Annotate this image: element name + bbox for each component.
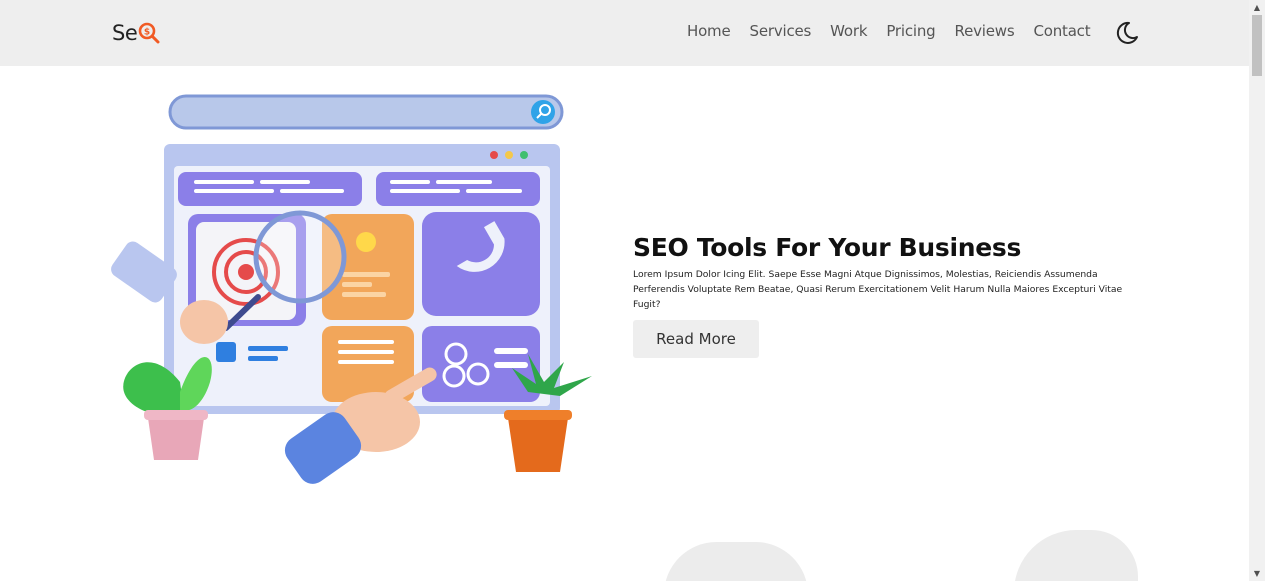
- triangle-up-icon[interactable]: ▲: [1249, 0, 1265, 15]
- seo-dashboard-illustration: [108, 92, 620, 492]
- site-header: Se $ Home Services Work Pricing Reviews …: [0, 0, 1249, 66]
- svg-text:$: $: [144, 28, 150, 38]
- hero-section: SEO Tools For Your Business Lorem Ipsum …: [633, 232, 1133, 358]
- nav-home[interactable]: Home: [687, 22, 731, 40]
- hero-title: SEO Tools For Your Business: [633, 233, 1022, 262]
- nav-services[interactable]: Services: [750, 22, 812, 40]
- triangle-down-icon[interactable]: ▼: [1249, 566, 1265, 581]
- decorative-cloud-left: [664, 542, 808, 581]
- moon-icon[interactable]: [1114, 20, 1140, 46]
- nav-reviews[interactable]: Reviews: [955, 22, 1015, 40]
- scroll-thumb[interactable]: [1252, 15, 1262, 76]
- vertical-scrollbar[interactable]: ▲ ▼: [1249, 0, 1265, 581]
- nav-pricing[interactable]: Pricing: [886, 22, 935, 40]
- logo-text: Se: [112, 21, 138, 45]
- logo[interactable]: Se $: [112, 20, 160, 46]
- read-more-button[interactable]: Read More: [633, 320, 759, 358]
- decorative-cloud-right: [1014, 530, 1138, 581]
- nav-work[interactable]: Work: [830, 22, 867, 40]
- hero-description: Lorem Ipsum Dolor Icing Elit. Saepe Esse…: [633, 269, 1123, 310]
- nav-contact[interactable]: Contact: [1033, 22, 1090, 40]
- main-nav: Home Services Work Pricing Reviews Conta…: [687, 22, 1109, 40]
- magnifier-dollar-icon: $: [138, 22, 160, 44]
